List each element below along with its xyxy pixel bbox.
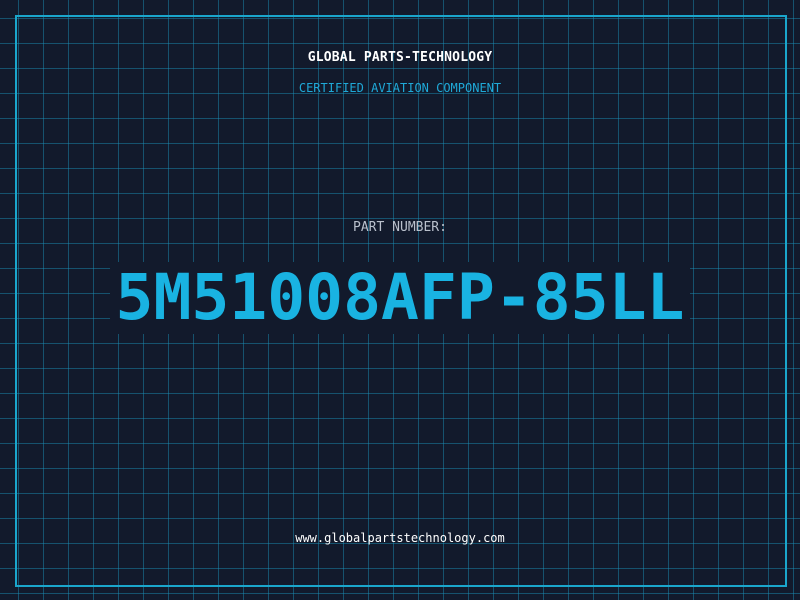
company-name: GLOBAL PARTS-TECHNOLOGY: [307, 50, 493, 65]
part-number-label: PART NUMBER:: [353, 220, 447, 235]
part-number: 5M51008AFP-85LL: [109, 262, 691, 334]
part-number-container: 5M51008AFP-85LL: [0, 262, 800, 334]
certification-tagline: CERTIFIED AVIATION COMPONENT: [298, 81, 502, 95]
website-url[interactable]: www.globalpartstechnology.com: [0, 530, 800, 546]
part-label-card: GLOBAL PARTS-TECHNOLOGY CERTIFIED AVIATI…: [0, 0, 800, 600]
